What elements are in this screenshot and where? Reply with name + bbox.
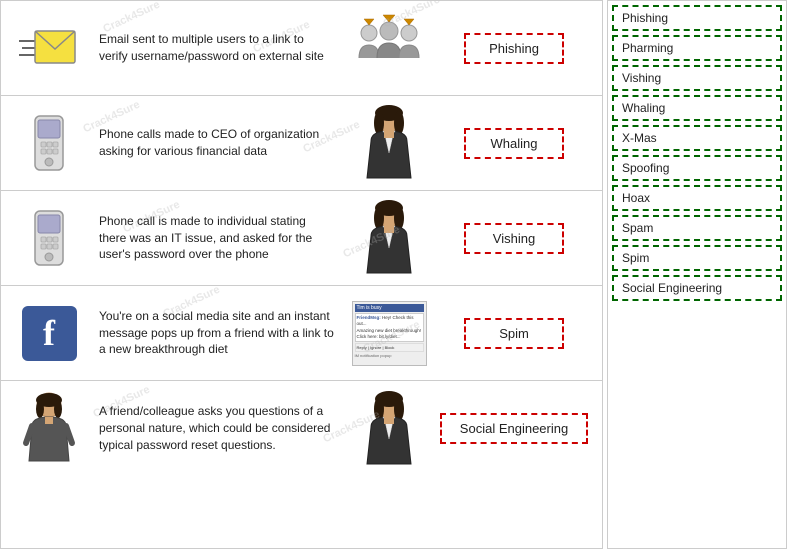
answer-whaling: Whaling <box>434 128 594 159</box>
sidebar-item-spam[interactable]: Spam <box>612 215 782 241</box>
email-icon <box>17 23 82 73</box>
person-area-whaling <box>344 103 434 183</box>
sidebar-item-phishing[interactable]: Phishing <box>612 5 782 31</box>
answer-label-social-eng: Social Engineering <box>440 413 588 444</box>
scenario-row-phishing: Crack4Sure Crack4Sure Crack4Sure Email s… <box>1 1 602 96</box>
answer-label-vishing: Vishing <box>464 223 564 254</box>
scenario-row-vishing: Crack4Sure Crack4Sure Phone call is made… <box>1 191 602 286</box>
sidebar-item-spoofing[interactable]: Spoofing <box>612 155 782 181</box>
person-area-spim: Tim is busy FriendMsg: Hey! Check this o… <box>344 301 434 366</box>
sidebar-item-xmas[interactable]: X-Mas <box>612 125 782 151</box>
sidebar-item-vishing[interactable]: Vishing <box>612 65 782 91</box>
answer-label-spim: Spim <box>464 318 564 349</box>
answer-vishing: Vishing <box>434 223 594 254</box>
person-standing-icon <box>22 391 77 466</box>
sidebar-item-spim[interactable]: Spim <box>612 245 782 271</box>
female-icon-vishing <box>357 198 422 278</box>
description-spim: You're on a social media site and an ins… <box>89 308 344 358</box>
icon-area-whaling <box>9 114 89 172</box>
phone-icon-whaling <box>29 114 69 172</box>
person-area-vishing <box>344 198 434 278</box>
sidebar-item-hoax[interactable]: Hoax <box>612 185 782 211</box>
scenario-row-social-engineering: Crack4Sure Crack4Sure A friend/colleague… <box>1 381 602 476</box>
female-exec-icon <box>357 103 422 183</box>
sidebar-item-whaling[interactable]: Whaling <box>612 95 782 121</box>
answer-label-whaling: Whaling <box>464 128 564 159</box>
phone-icon-vishing <box>29 209 69 267</box>
female-icon-social-eng <box>357 389 422 469</box>
answer-spim: Spim <box>434 318 594 349</box>
answer-phishing: Phishing <box>434 33 594 64</box>
icon-area-vishing <box>9 209 89 267</box>
scenario-row-spim: Crack4Sure Crack4Sure f You're on a soci… <box>1 286 602 381</box>
group-icon <box>354 13 424 83</box>
person-area-phishing <box>344 13 434 83</box>
icon-area-social-eng <box>9 391 89 466</box>
icon-area-phishing <box>9 23 89 73</box>
person-area-social-eng <box>344 389 434 469</box>
facebook-icon: f <box>22 306 77 361</box>
description-phishing: Email sent to multiple users to a link t… <box>89 31 344 65</box>
main-content: Crack4Sure Crack4Sure Crack4Sure Email s… <box>0 0 603 549</box>
sidebar-item-pharming[interactable]: Pharming <box>612 35 782 61</box>
sidebar: Phishing Pharming Vishing Whaling X-Mas … <box>607 0 787 549</box>
chat-screenshot: Tim is busy FriendMsg: Hey! Check this o… <box>352 301 427 366</box>
description-vishing: Phone call is made to individual stating… <box>89 213 344 263</box>
description-whaling: Phone calls made to CEO of organization … <box>89 126 344 160</box>
sidebar-item-social-engineering[interactable]: Social Engineering <box>612 275 782 301</box>
description-social-eng: A friend/colleague asks you questions of… <box>89 403 344 453</box>
answer-social-eng: Social Engineering <box>434 413 594 444</box>
scenario-row-whaling: Crack4Sure Crack4Sure Phone calls made t… <box>1 96 602 191</box>
answer-label-phishing: Phishing <box>464 33 564 64</box>
icon-area-spim: f <box>9 306 89 361</box>
